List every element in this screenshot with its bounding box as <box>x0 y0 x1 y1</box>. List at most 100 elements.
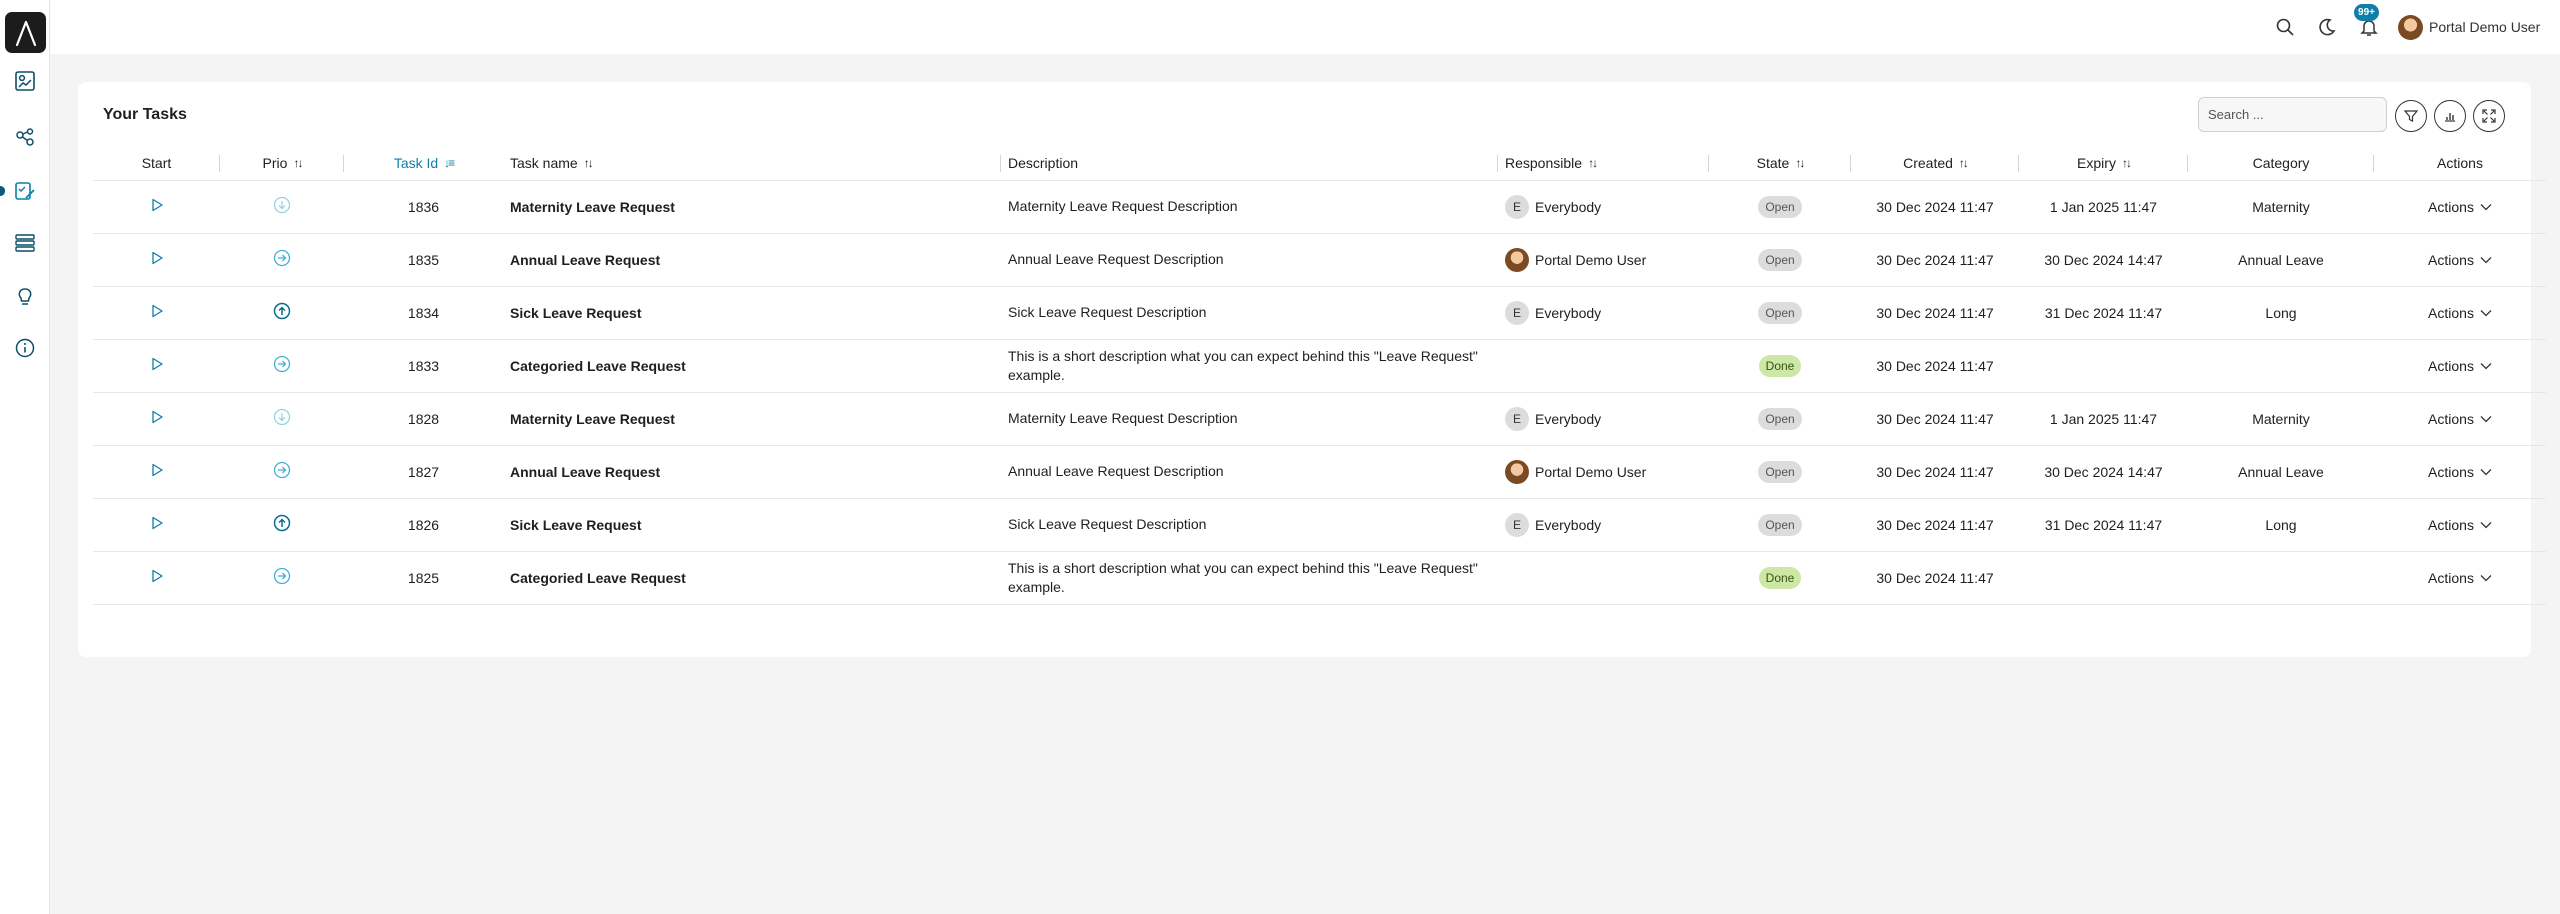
task-id: 1834 <box>344 285 503 339</box>
sort-icon[interactable]: ↑↓ <box>2122 156 2132 170</box>
sort-icon[interactable]: ↑↓ <box>1959 156 1969 170</box>
prio-normal-icon <box>273 567 291 588</box>
start-task-button[interactable] <box>150 516 164 533</box>
prio-cell <box>220 179 344 233</box>
task-name[interactable]: Categoried Leave Request <box>503 338 1001 392</box>
expand-button[interactable] <box>2473 100 2505 132</box>
task-name[interactable]: Sick Leave Request <box>503 285 1001 339</box>
column-header-prio[interactable]: Prio ↑↓ <box>220 146 344 180</box>
dark-mode-toggle[interactable] <box>2313 13 2341 41</box>
column-header-task-name[interactable]: Task name ↑↓ <box>503 146 1001 180</box>
list-icon <box>15 234 35 252</box>
user-avatar <box>2398 14 2423 40</box>
responsible: Portal Demo User <box>1505 459 1709 484</box>
table-row[interactable]: 1836 Maternity Leave Request Maternity L… <box>93 179 2546 233</box>
created-date: 30 Dec 2024 11:47 <box>1851 232 2019 286</box>
filter-button[interactable] <box>2395 100 2427 132</box>
dashboard-icon <box>15 71 35 91</box>
prio-cell <box>220 232 344 286</box>
actions-dropdown[interactable]: Actions <box>2428 252 2492 268</box>
actions-dropdown[interactable]: Actions <box>2428 199 2492 215</box>
column-header-category[interactable]: Category <box>2188 146 2374 180</box>
actions-dropdown[interactable]: Actions <box>2428 570 2492 586</box>
table-row[interactable]: 1826 Sick Leave Request Sick Leave Reque… <box>93 497 2546 551</box>
table-row[interactable]: 1833 Categoried Leave Request This is a … <box>93 338 2546 392</box>
status-badge: Open <box>1758 513 1802 536</box>
start-task-button[interactable] <box>150 251 164 268</box>
chevron-down-icon <box>2480 521 2492 528</box>
responsible: E Everybody <box>1505 512 1709 537</box>
task-name[interactable]: Maternity Leave Request <box>503 391 1001 445</box>
state-cell: Done <box>1709 550 1851 605</box>
info-icon <box>15 338 35 358</box>
prio-cell <box>220 550 344 605</box>
page-title: Your Tasks <box>103 106 187 123</box>
task-description: Maternity Leave Request Description <box>1001 391 1498 445</box>
table-row[interactable]: 1827 Annual Leave Request Annual Leave R… <box>93 444 2546 498</box>
expiry-date <box>2019 550 2188 605</box>
responsible-cell: E Everybody <box>1498 285 1709 339</box>
play-icon <box>151 516 163 530</box>
chevron-down-icon <box>2480 256 2492 263</box>
search-input[interactable] <box>2198 97 2387 132</box>
actions-cell: Actions <box>2374 391 2546 445</box>
created-date: 30 Dec 2024 11:47 <box>1851 285 2019 339</box>
table-row[interactable]: 1825 Categoried Leave Request This is a … <box>93 550 2546 605</box>
task-name[interactable]: Categoried Leave Request <box>503 550 1001 605</box>
column-header-expiry[interactable]: Expiry ↑↓ <box>2019 146 2188 180</box>
column-header-task-id[interactable]: Task Id ↓≡ <box>344 146 503 180</box>
sort-descending-icon[interactable]: ↓≡ <box>444 156 455 170</box>
column-header-created[interactable]: Created ↑↓ <box>1851 146 2019 180</box>
start-cell <box>93 550 220 605</box>
task-name[interactable]: Maternity Leave Request <box>503 179 1001 233</box>
sidebar-item-info[interactable] <box>0 330 50 366</box>
prio-normal-icon <box>273 249 291 270</box>
start-cell <box>93 497 220 551</box>
sort-icon[interactable]: ↑↓ <box>1588 156 1598 170</box>
start-task-button[interactable] <box>150 569 164 586</box>
actions-dropdown[interactable]: Actions <box>2428 517 2492 533</box>
start-task-button[interactable] <box>150 410 164 427</box>
sidebar-item-tasks[interactable] <box>0 173 50 209</box>
sidebar <box>0 0 50 914</box>
user-menu[interactable]: Portal Demo User <box>2398 12 2540 42</box>
sidebar-item-dashboard[interactable] <box>0 63 50 99</box>
actions-dropdown[interactable]: Actions <box>2428 358 2492 374</box>
table-row[interactable]: 1834 Sick Leave Request Sick Leave Reque… <box>93 285 2546 339</box>
status-badge: Done <box>1758 354 1802 377</box>
chevron-down-icon <box>2480 203 2492 210</box>
column-header-state[interactable]: State ↑↓ <box>1709 146 1851 180</box>
statistics-button[interactable] <box>2434 100 2466 132</box>
header-search-button[interactable] <box>2271 13 2299 41</box>
prio-cell <box>220 285 344 339</box>
actions-dropdown[interactable]: Actions <box>2428 411 2492 427</box>
sort-icon[interactable]: ↑↓ <box>1795 156 1805 170</box>
prio-high-icon <box>273 302 291 323</box>
task-name[interactable]: Annual Leave Request <box>503 232 1001 286</box>
sort-icon[interactable]: ↑↓ <box>293 156 303 170</box>
actions-dropdown[interactable]: Actions <box>2428 305 2492 321</box>
table-row[interactable]: 1828 Maternity Leave Request Maternity L… <box>93 391 2546 445</box>
task-name[interactable]: Sick Leave Request <box>503 497 1001 551</box>
column-header-start[interactable]: Start <box>93 146 220 180</box>
app-logo[interactable] <box>5 12 46 53</box>
category: Long <box>2188 285 2374 339</box>
start-task-button[interactable] <box>150 198 164 215</box>
expiry-date: 30 Dec 2024 14:47 <box>2019 444 2188 498</box>
actions-dropdown[interactable]: Actions <box>2428 464 2492 480</box>
start-task-button[interactable] <box>150 304 164 321</box>
start-task-button[interactable] <box>150 463 164 480</box>
column-header-responsible[interactable]: Responsible ↑↓ <box>1498 146 1709 180</box>
play-icon <box>151 357 163 371</box>
task-name[interactable]: Annual Leave Request <box>503 444 1001 498</box>
sort-icon[interactable]: ↑↓ <box>584 156 594 170</box>
column-header-description[interactable]: Description <box>1001 146 1498 180</box>
sidebar-item-list[interactable] <box>0 225 50 261</box>
expiry-date <box>2019 338 2188 392</box>
start-task-button[interactable] <box>150 357 164 374</box>
sidebar-item-processes[interactable] <box>0 120 50 156</box>
sidebar-item-ideas[interactable] <box>0 278 50 314</box>
actions-cell: Actions <box>2374 179 2546 233</box>
task-description: Annual Leave Request Description <box>1001 444 1498 498</box>
table-row[interactable]: 1835 Annual Leave Request Annual Leave R… <box>93 232 2546 286</box>
